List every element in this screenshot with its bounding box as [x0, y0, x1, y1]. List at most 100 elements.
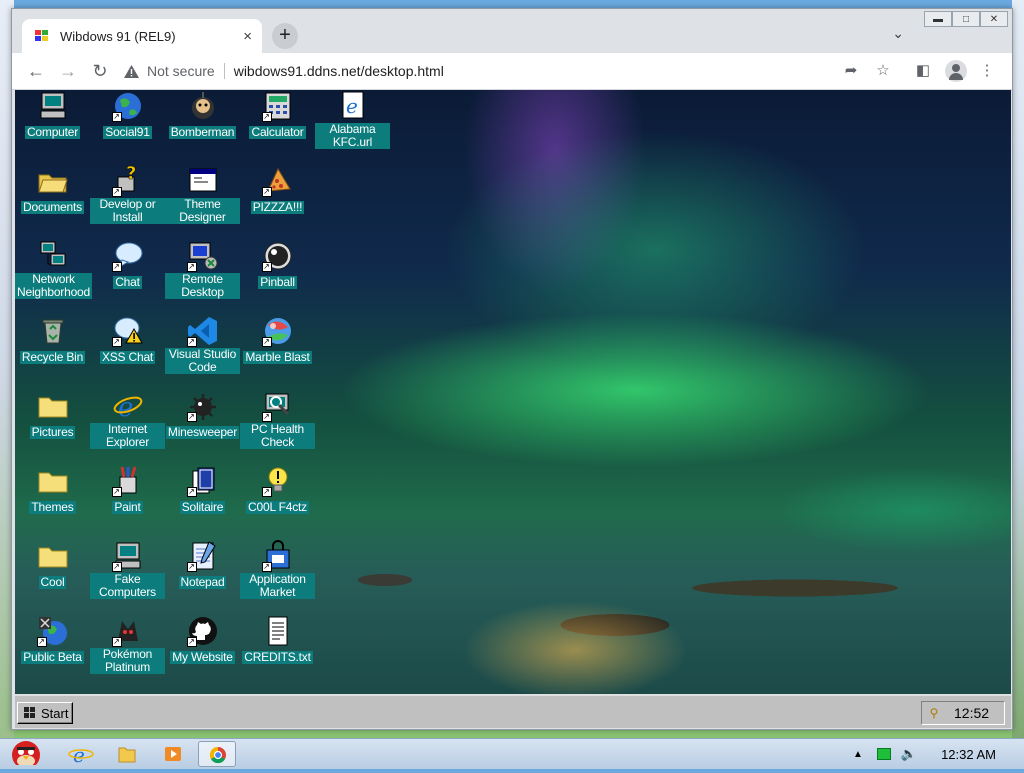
desktop-icon-internet-explorer[interactable]: e Internet Explorer: [90, 390, 165, 451]
remote-desktop-icon: ↗: [186, 240, 219, 272]
url-text[interactable]: wibdows91.ddns.net/desktop.html: [234, 63, 444, 79]
desktop-icon-label: Public Beta: [21, 650, 84, 664]
forward-arrow-icon[interactable]: →: [56, 59, 80, 83]
svg-text:e: e: [73, 743, 85, 767]
desktop-icon-calculator[interactable]: ↗ Calculator: [240, 90, 315, 141]
tab-search-chevron-icon[interactable]: ⌄: [892, 25, 904, 42]
kebab-menu-icon[interactable]: ⋮: [978, 62, 996, 80]
desktop-icon-label: Bomberman: [168, 125, 237, 139]
desktop-icon-label: Chat: [113, 275, 142, 289]
desktop-icon-computer[interactable]: Computer: [15, 90, 90, 141]
desktop-icon-label: Pictures: [29, 425, 76, 439]
angry-birds-icon[interactable]: [4, 741, 48, 767]
calculator-icon: ↗: [261, 90, 294, 122]
desktop-icon-my-website[interactable]: ↗ My Website: [165, 615, 240, 666]
desktop-icon-label: Paint: [112, 500, 143, 514]
close-window-button[interactable]: ✕: [980, 11, 1008, 27]
folder-icon: [37, 540, 69, 572]
desktop-icon-minesweeper[interactable]: ↗ Minesweeper: [165, 390, 240, 441]
profile-avatar-icon[interactable]: [945, 60, 967, 82]
bomberman-icon: [187, 90, 219, 122]
minimize-button[interactable]: ▬: [924, 11, 952, 27]
shortcut-arrow-icon: ↗: [186, 637, 197, 647]
ie-icon[interactable]: e: [62, 741, 100, 767]
solitaire-icon: ↗: [186, 465, 219, 497]
desktop-icon-theme-designer[interactable]: Theme Designer: [165, 165, 240, 226]
desktop-icon-marble-blast[interactable]: ↗ Marble Blast: [240, 315, 315, 366]
desktop-icon-network-neighborhood[interactable]: Network Neighborhood: [15, 240, 92, 301]
desktop-icon-cool[interactable]: Cool: [15, 540, 90, 591]
desktop-icon-public-beta[interactable]: ↗ Public Beta: [15, 615, 90, 666]
computer-icon: ↗: [111, 540, 144, 572]
desktop-icon-fake-computers[interactable]: ↗ Fake Computers: [90, 540, 165, 601]
maximize-button[interactable]: □: [952, 11, 980, 27]
back-arrow-icon[interactable]: ←: [24, 59, 48, 83]
address-separator: [223, 63, 225, 79]
desktop-icon-solitaire[interactable]: ↗ Solitaire: [165, 465, 240, 516]
desktop-icon-pizzza[interactable]: ↗ PIZZZA!!!: [240, 165, 315, 216]
svg-text:?: ?: [126, 165, 136, 184]
desktop-icon-chat[interactable]: ↗ Chat: [90, 240, 165, 291]
computer-icon: [37, 90, 69, 122]
desktop-icon-pok-mon-platinum[interactable]: ↗ Pokémon Platinum: [90, 615, 165, 676]
wibdows-favicon-icon: [34, 28, 50, 44]
wibdows-clock: 12:52: [954, 705, 990, 721]
desktop-icon-pictures[interactable]: Pictures: [15, 390, 90, 441]
chrome-icon[interactable]: [198, 741, 236, 767]
reload-icon[interactable]: ↻: [88, 59, 112, 83]
desktop-icon-label: Pokémon Platinum: [90, 648, 165, 674]
new-tab-button[interactable]: +: [272, 23, 298, 49]
desktop-icon-credits-txt[interactable]: CREDITS.txt: [240, 615, 315, 666]
desktop-icon-visual-studio-code[interactable]: ↗ Visual Studio Code: [165, 315, 240, 376]
desktop-icon-recycle-bin[interactable]: Recycle Bin: [15, 315, 90, 366]
desktop-icon-xss-chat[interactable]: ↗ XSS Chat: [90, 315, 165, 366]
bookmark-star-icon[interactable]: ☆: [874, 62, 892, 80]
desktop-icon-documents[interactable]: Documents: [15, 165, 90, 216]
wibdows-desktop: Computer ↗ Social91 Bomberman ↗ Calculator e Al…: [15, 90, 1011, 728]
desktop-icon-application-market[interactable]: ↗ Application Market: [240, 540, 315, 601]
shortcut-arrow-icon: ↗: [261, 562, 272, 572]
side-panel-icon[interactable]: ◧: [914, 62, 932, 80]
window-icon: [187, 165, 219, 197]
shortcut-arrow-icon: ↗: [261, 337, 272, 347]
folder-icon[interactable]: [108, 741, 146, 767]
wibdows-taskbar: Start ⚲ 12:52: [15, 694, 1011, 728]
shortcut-arrow-icon: ↗: [111, 337, 122, 347]
desktop-icon-notepad[interactable]: ↗ Notepad: [165, 540, 240, 591]
tab-strip: Wibdows 91 (REL9) × + ⌄ ▬ □ ✕: [12, 9, 1012, 53]
folder-icon: [37, 465, 69, 497]
key-icon[interactable]: ⚲: [926, 706, 942, 720]
wibdows-tray: ⚲ 12:52: [921, 701, 1005, 725]
desktop-icon-bomberman[interactable]: Bomberman: [165, 90, 240, 141]
desktop-icon-develop-or-install[interactable]: ? ↗ Develop or Install: [90, 163, 165, 226]
security-label: Not secure: [147, 63, 215, 79]
desktop-icon-label: My Website: [170, 650, 235, 664]
tab-close-icon[interactable]: ×: [243, 28, 252, 45]
browser-tab[interactable]: Wibdows 91 (REL9) ×: [22, 19, 262, 53]
share-icon[interactable]: ➦: [842, 62, 860, 80]
pokemon-icon: ↗: [111, 615, 144, 647]
start-button[interactable]: Start: [17, 702, 73, 724]
media-player-icon[interactable]: [154, 741, 192, 767]
desktop-icon-remote-desktop[interactable]: ↗ Remote Desktop: [165, 240, 240, 301]
desktop-icon-c00l-f4ctz[interactable]: ↗ C00L F4ctz: [240, 465, 315, 516]
desktop-icon-paint[interactable]: ↗ Paint: [90, 465, 165, 516]
desktop-icon-social91[interactable]: ↗ Social91: [90, 90, 165, 141]
desktop-icon-label: Pinball: [258, 275, 297, 289]
desktop-icon-alabama-kfc-url[interactable]: e Alabama KFC.url: [315, 90, 390, 151]
network-icon: [37, 240, 69, 272]
desktop-icon-label: Minesweeper: [165, 425, 240, 439]
desktop-icon-themes[interactable]: Themes: [15, 465, 90, 516]
volume-icon[interactable]: 🔈: [901, 746, 917, 762]
tray-expand-icon[interactable]: ▲: [853, 749, 863, 760]
desktop-icon-pinball[interactable]: ↗ Pinball: [240, 240, 315, 291]
desktop-icon-pc-health-check[interactable]: ↗ PC Health Check: [240, 390, 315, 451]
desktop-icon-label: Cool: [38, 575, 67, 589]
desktop-icon-label: Recycle Bin: [19, 350, 86, 364]
desktop-icon-label: Network Neighborhood: [15, 272, 92, 299]
desktop-icon-label: Visual Studio Code: [165, 348, 240, 374]
network-icon[interactable]: [876, 748, 891, 760]
address-bar[interactable]: Not secure wibdows91.ddns.net/desktop.ht…: [124, 57, 844, 85]
desktop-icon-label: Application Market: [240, 573, 315, 599]
shortcut-arrow-icon: ↗: [111, 187, 122, 197]
